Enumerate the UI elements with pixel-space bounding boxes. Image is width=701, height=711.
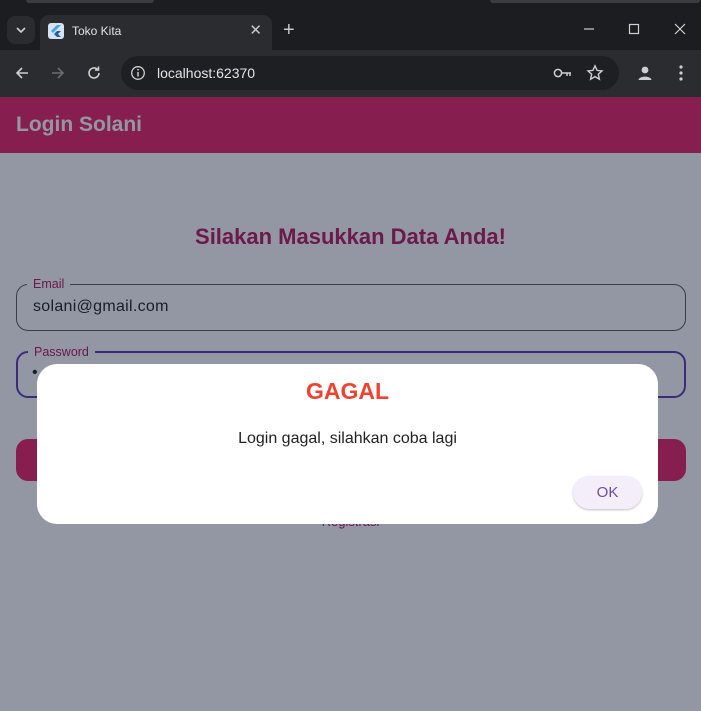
browser-toolbar: localhost:62370: [0, 50, 701, 97]
password-key-icon[interactable]: [553, 64, 573, 82]
tab-strip-accent: [490, 0, 700, 3]
new-tab-button[interactable]: +: [283, 20, 295, 40]
close-icon: [674, 23, 686, 35]
tab-title: Toko Kita: [72, 24, 122, 38]
forward-button[interactable]: [47, 62, 69, 84]
dialog-message: Login gagal, silahkan coba lagi: [238, 430, 457, 447]
tab-search-button[interactable]: [7, 16, 35, 44]
error-dialog: GAGAL Login gagal, silahkan coba lagi OK: [37, 364, 658, 524]
arrow-left-icon: [15, 67, 28, 79]
dialog-ok-button[interactable]: OK: [573, 476, 642, 509]
browser-tab[interactable]: Toko Kita ✕: [40, 15, 272, 50]
minimize-icon: [584, 28, 594, 30]
profile-button[interactable]: [634, 62, 656, 84]
minimize-button[interactable]: [578, 18, 600, 40]
reload-button[interactable]: [83, 62, 105, 84]
account-icon: [638, 66, 652, 80]
info-icon[interactable]: [130, 65, 146, 81]
close-window-button[interactable]: [669, 18, 691, 40]
back-button[interactable]: [11, 62, 33, 84]
maximize-button[interactable]: [623, 18, 645, 40]
address-url: localhost:62370: [157, 65, 256, 81]
tab-strip-accent: [26, 0, 154, 3]
arrow-right-icon: [52, 67, 65, 79]
reload-icon: [88, 66, 100, 79]
browser-tabstrip: Toko Kita ✕ +: [0, 0, 701, 50]
browser-menu-button[interactable]: [670, 62, 692, 84]
address-bar[interactable]: localhost:62370: [121, 56, 619, 90]
flutter-favicon-icon: [48, 23, 64, 39]
more-vertical-icon: [679, 65, 683, 81]
maximize-icon: [628, 23, 640, 35]
tab-close-icon[interactable]: ✕: [249, 22, 262, 40]
bookmark-star-icon[interactable]: [585, 64, 605, 82]
chevron-down-icon: [16, 27, 26, 34]
dialog-title: GAGAL: [305, 378, 390, 404]
